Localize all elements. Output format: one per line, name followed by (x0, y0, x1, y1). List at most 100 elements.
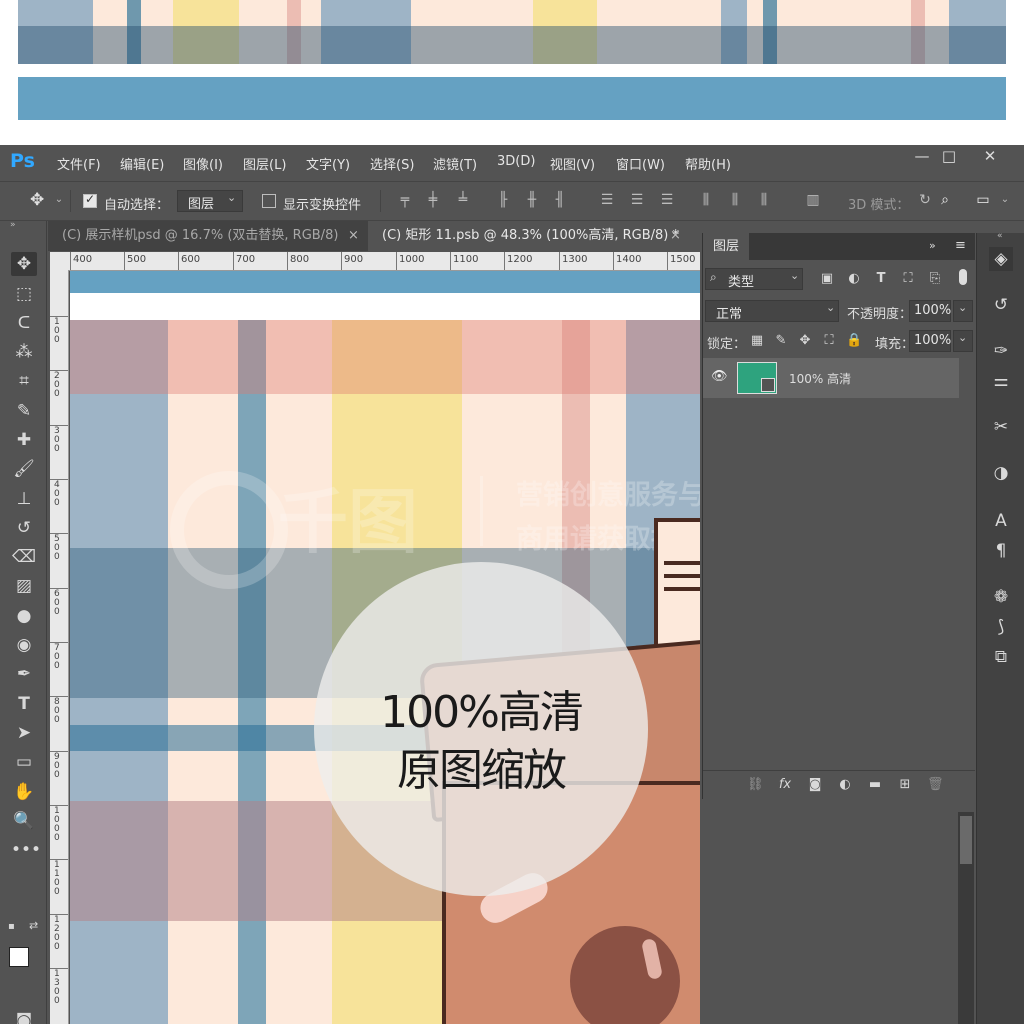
chevron-down-icon[interactable]: ⌄ (52, 193, 66, 207)
color-icon[interactable]: ◑ (989, 461, 1013, 485)
collapse-panels-icon[interactable]: « (997, 231, 1003, 241)
lock-transparent-icon[interactable]: ▦ (749, 333, 765, 349)
rectangle-tool-icon[interactable]: ▭ (11, 750, 37, 774)
menu-help[interactable]: 帮助(H) (685, 154, 731, 173)
distribute-right-icon[interactable]: ⫼ (757, 193, 771, 207)
tools-preset-icon[interactable]: ✂ (989, 415, 1013, 439)
dodge-tool-icon[interactable]: ◉ (11, 633, 37, 657)
hand-tool-icon[interactable]: ✋ (11, 780, 37, 804)
align-right-icon[interactable]: ╢ (553, 193, 567, 207)
menu-edit[interactable]: 编辑(E) (120, 154, 164, 173)
more-tools-icon[interactable]: ••• (11, 838, 41, 862)
adjustments-icon[interactable]: ⚌ (989, 369, 1013, 393)
menu-type[interactable]: 文字(Y) (306, 154, 350, 173)
expand-panel-icon[interactable]: » (10, 220, 16, 230)
crop-tool-icon[interactable]: ⌗ (11, 369, 37, 393)
align-left-icon[interactable]: ╟ (496, 193, 510, 207)
move-tool-icon[interactable]: ✥ (30, 192, 44, 209)
auto-select-checkbox[interactable] (83, 192, 97, 208)
show-transform-checkbox[interactable] (262, 194, 276, 208)
close-icon[interactable]: × (670, 221, 681, 251)
trash-icon[interactable]: 🗑 (927, 777, 944, 793)
layers-panel-title[interactable]: 图层 (703, 233, 749, 260)
filter-adjustment-icon[interactable]: ◐ (846, 271, 862, 287)
align-hcenter-icon[interactable]: ╫ (525, 193, 539, 207)
fx-icon[interactable]: fx (777, 777, 793, 793)
blend-mode-dropdown[interactable]: 正常 ⌄ (705, 300, 839, 322)
channels-icon[interactable]: ❁ (989, 585, 1013, 609)
search-icon[interactable]: ⌕ (938, 193, 952, 207)
stamp-tool-icon[interactable]: ⊥ (11, 487, 37, 511)
brush-settings-icon[interactable]: ✑ (989, 339, 1013, 363)
filter-smart-object-icon[interactable]: ⎘ (927, 271, 943, 287)
menu-file[interactable]: 文件(F) (57, 154, 101, 173)
close-window-button[interactable]: ✕ (971, 146, 1009, 166)
brush-tool-icon[interactable]: 🖌 (11, 457, 37, 481)
link-layers-icon[interactable]: ⛓ (747, 777, 764, 793)
lock-pixels-icon[interactable]: ✎ (773, 333, 789, 349)
lock-position-icon[interactable]: ✥ (797, 333, 813, 349)
new-group-icon[interactable]: ▬ (867, 777, 883, 793)
auto-align-icon[interactable]: ▥ (806, 193, 820, 207)
fill-slider-button[interactable]: ⌄ (953, 330, 973, 352)
auto-select-target-dropdown[interactable]: 图层 ⌄ (177, 190, 243, 212)
fill-input[interactable]: 100% (909, 330, 951, 352)
menu-select[interactable]: 选择(S) (370, 154, 414, 173)
3d-orbit-icon[interactable]: ↻ (918, 193, 932, 207)
history-brush-icon[interactable]: ↺ (11, 516, 37, 540)
paragraph-icon[interactable]: ¶ (989, 539, 1013, 563)
history-icon[interactable]: ↺ (989, 293, 1013, 317)
distribute-vcenter-icon[interactable]: ☰ (630, 193, 644, 207)
pen-tool-icon[interactable]: ✒ (11, 662, 37, 686)
close-icon[interactable]: × (348, 221, 359, 251)
character-icon[interactable]: A (989, 509, 1013, 533)
opacity-input[interactable]: 100% (909, 300, 951, 322)
filter-type-icon[interactable]: T (873, 271, 889, 287)
marquee-tool-icon[interactable]: ⬚ (11, 282, 37, 306)
distribute-top-icon[interactable]: ☰ (600, 193, 614, 207)
workspace-icon[interactable]: ▭ (976, 193, 990, 207)
magic-wand-icon[interactable]: ⁂ (11, 340, 37, 364)
blur-tool-icon[interactable]: ● (11, 604, 37, 628)
vertical-scrollbar[interactable] (958, 812, 974, 1024)
filter-pixel-icon[interactable]: ▣ (819, 271, 835, 287)
quick-mask-icon[interactable]: ◙ (11, 1009, 37, 1024)
tab-mockup[interactable]: (C) 展示样机psd @ 16.7% (双击替换, RGB/8) × (48, 221, 372, 251)
filter-shape-icon[interactable]: ⛶ (900, 271, 916, 287)
path-select-icon[interactable]: ➤ (11, 721, 37, 745)
menu-view[interactable]: 视图(V) (550, 154, 595, 173)
collapse-icon[interactable]: » (929, 239, 936, 252)
menu-window[interactable]: 窗口(W) (616, 154, 665, 173)
distribute-left-icon[interactable]: ⫼ (699, 193, 713, 207)
menu-filter[interactable]: 滤镜(T) (433, 154, 477, 173)
lock-all-icon[interactable]: 🔒 (846, 333, 862, 349)
layer-row[interactable]: 👁 100% 高清 (703, 358, 959, 398)
default-colors-icon[interactable]: ▪ (8, 921, 15, 932)
gradient-tool-icon[interactable]: ▨ (11, 574, 37, 598)
align-vcenter-icon[interactable]: ╪ (426, 193, 440, 207)
menu-3d[interactable]: 3D(D) (497, 154, 535, 169)
layer-filter-dropdown[interactable]: ⌕ 类型 ⌄ (705, 268, 803, 290)
lasso-tool-icon[interactable]: ᑕ (11, 311, 37, 335)
eraser-tool-icon[interactable]: ⌫ (11, 545, 37, 569)
healing-brush-icon[interactable]: ✚ (11, 428, 37, 452)
tab-rectangle[interactable]: (C) 矩形 11.psb @ 48.3% (100%高清, RGB/8) * … (368, 221, 714, 251)
panel-menu-icon[interactable]: ≡ (955, 238, 966, 253)
move-tool-icon[interactable]: ✥ (11, 252, 37, 276)
opacity-slider-button[interactable]: ⌄ (953, 300, 973, 322)
type-tool-icon[interactable]: T (11, 692, 37, 716)
scrollbar-thumb[interactable] (960, 816, 972, 864)
eyedropper-icon[interactable]: ✎ (11, 399, 37, 423)
align-bottom-icon[interactable]: ╧ (456, 193, 470, 207)
add-mask-icon[interactable]: ◙ (807, 777, 823, 793)
layers-panel-icon[interactable]: ◈ (989, 247, 1013, 271)
chevron-down-icon[interactable]: ⌄ (998, 193, 1012, 207)
new-layer-icon[interactable]: ⊞ (897, 777, 913, 793)
align-top-icon[interactable]: ╤ (398, 193, 412, 207)
zoom-tool-icon[interactable]: 🔍 (11, 809, 37, 833)
maximize-button[interactable]: □ (930, 146, 968, 166)
paths-icon[interactable]: ⟆ (989, 615, 1013, 639)
menu-layer[interactable]: 图层(L) (243, 154, 286, 173)
menu-image[interactable]: 图像(I) (183, 154, 223, 173)
eye-icon[interactable]: 👁 (711, 369, 728, 384)
